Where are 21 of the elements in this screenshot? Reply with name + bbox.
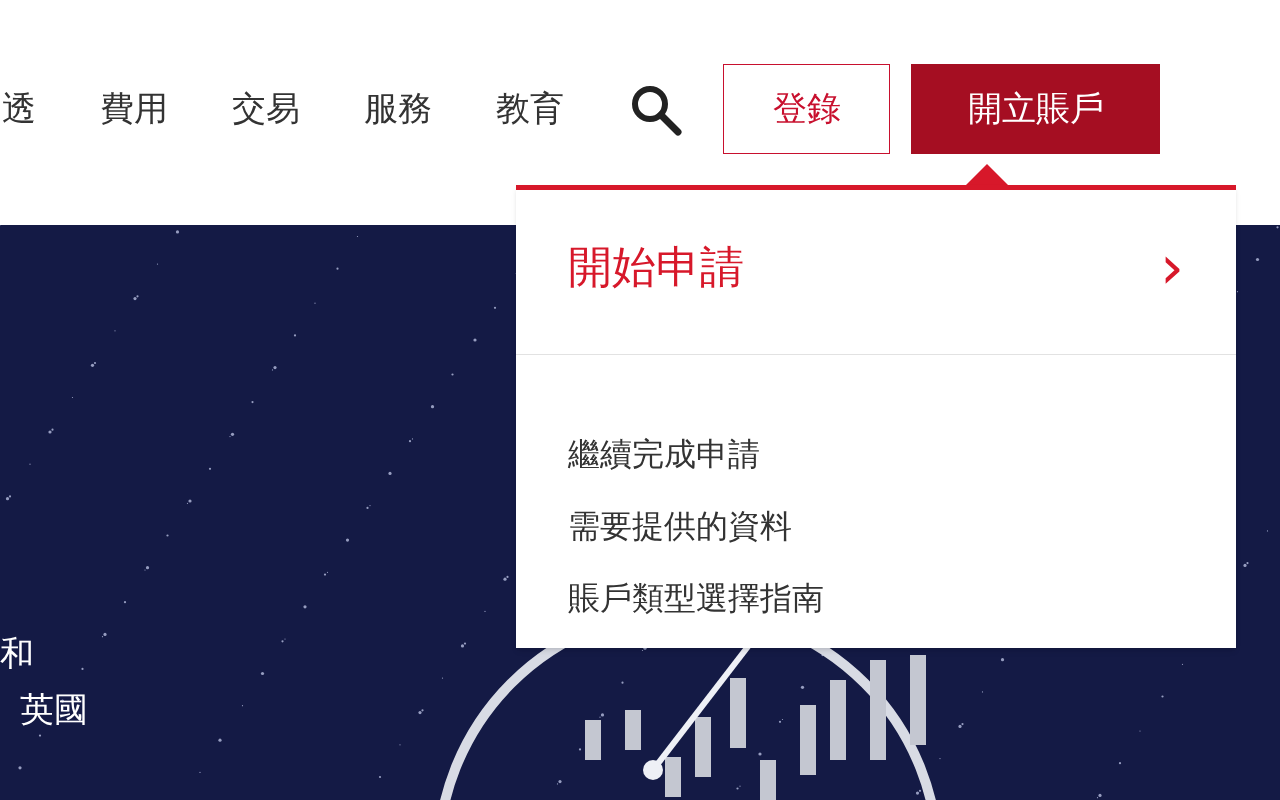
- menu-link[interactable]: 需要提供的資料: [568, 497, 792, 555]
- chevron-right-icon: ›: [1160, 237, 1184, 297]
- login-button[interactable]: 登錄: [723, 63, 890, 154]
- menu-link[interactable]: 賬戶類型選擇指南: [568, 569, 824, 627]
- candlestick-bar: [800, 705, 816, 775]
- open-account-button[interactable]: 開立賬戶: [911, 63, 1160, 154]
- candlestick-bar: [665, 757, 681, 797]
- nav-link[interactable]: 教育: [496, 83, 564, 134]
- nav-link[interactable]: 費用: [100, 83, 168, 134]
- candlestick-bar: [585, 720, 601, 760]
- candlestick-bar: [625, 710, 641, 750]
- nav-link[interactable]: 服務: [364, 83, 432, 134]
- hero-text: 和: [0, 632, 34, 675]
- menu-link[interactable]: 繼續完成申請: [568, 425, 760, 483]
- candlestick-bar: [760, 760, 776, 800]
- nav-link[interactable]: 透: [2, 83, 36, 134]
- candlestick-bar: [730, 678, 746, 748]
- candlestick-bar: [695, 717, 711, 777]
- nav-link[interactable]: 交易: [232, 83, 300, 134]
- hero-text: 英國: [20, 688, 88, 731]
- start-application-link[interactable]: 開始申請 ›: [516, 190, 1236, 355]
